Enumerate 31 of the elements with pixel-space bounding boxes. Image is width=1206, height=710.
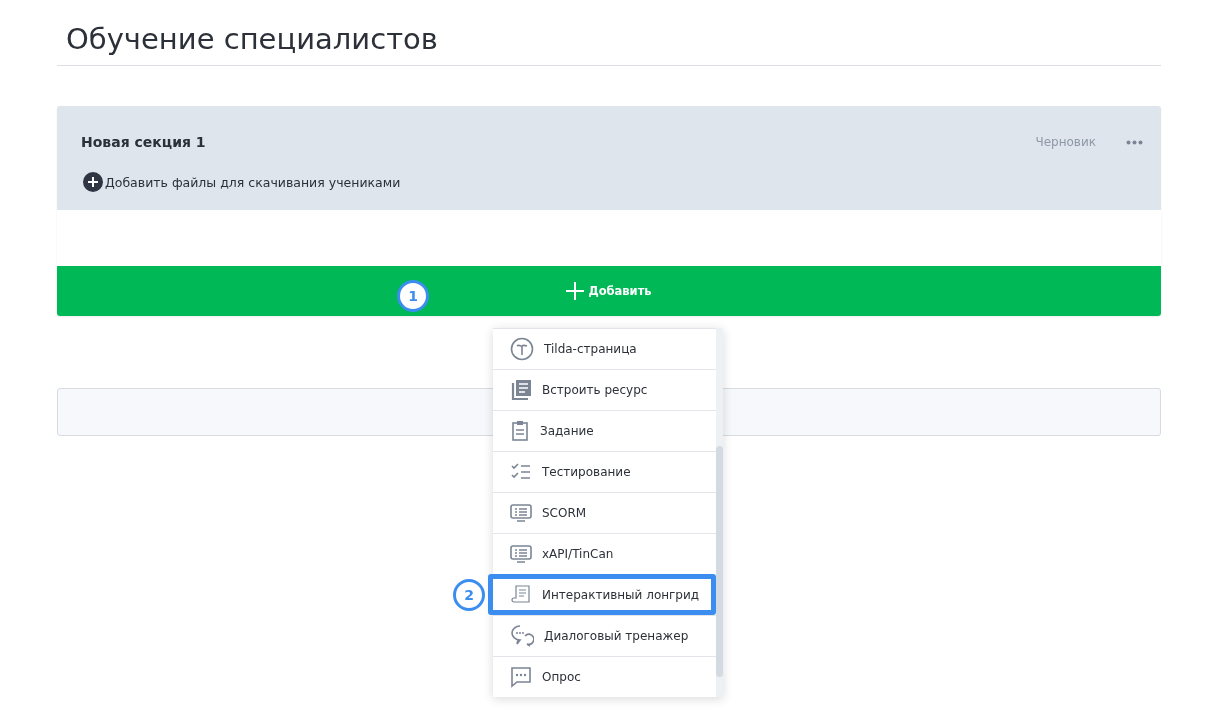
menu-item-label: Диалоговый тренажер [544, 629, 689, 643]
speech-bubble-icon [510, 666, 532, 688]
menu-item-label: SCORM [542, 506, 587, 520]
menu-item-label: Tilda-страница [544, 342, 637, 356]
menu-item-label: Тестирование [542, 465, 631, 479]
menu-item-label: Встроить ресурс [542, 383, 648, 397]
more-icon[interactable] [1126, 139, 1143, 145]
page-title: Обучение специалистов [57, 0, 1161, 66]
menu-item-label: xAPI/TinCan [542, 547, 614, 561]
stacked-document-icon [510, 379, 532, 401]
section-title: Новая секция 1 [81, 134, 207, 150]
scroll-icon [510, 583, 532, 606]
menu-item-label: Интерактивный лонгрид [542, 587, 700, 602]
monitor-list-icon [510, 544, 532, 564]
add-files-button[interactable]: Добавить файлы для скачивания учениками [83, 172, 401, 192]
plus-circle-icon [83, 172, 103, 192]
menu-item[interactable]: Опрос [493, 656, 716, 697]
menu-item-label: Опрос [542, 670, 581, 684]
checklist-icon [510, 462, 532, 482]
menu-item[interactable]: Tilda-страница [493, 328, 716, 369]
clipboard-icon [510, 420, 530, 442]
plus-icon [566, 282, 585, 300]
status-label: Черновик [1035, 135, 1096, 149]
step-marker: 2 [453, 579, 485, 611]
tilda-logo-icon [510, 337, 534, 361]
menu-item[interactable]: SCORM [493, 492, 716, 533]
menu-item-label: Задание [540, 424, 594, 438]
add-files-label: Добавить файлы для скачивания учениками [105, 174, 401, 190]
monitor-list-icon [510, 503, 532, 523]
chat-bubbles-icon [510, 624, 534, 648]
add-button-label: Добавить [588, 284, 652, 298]
